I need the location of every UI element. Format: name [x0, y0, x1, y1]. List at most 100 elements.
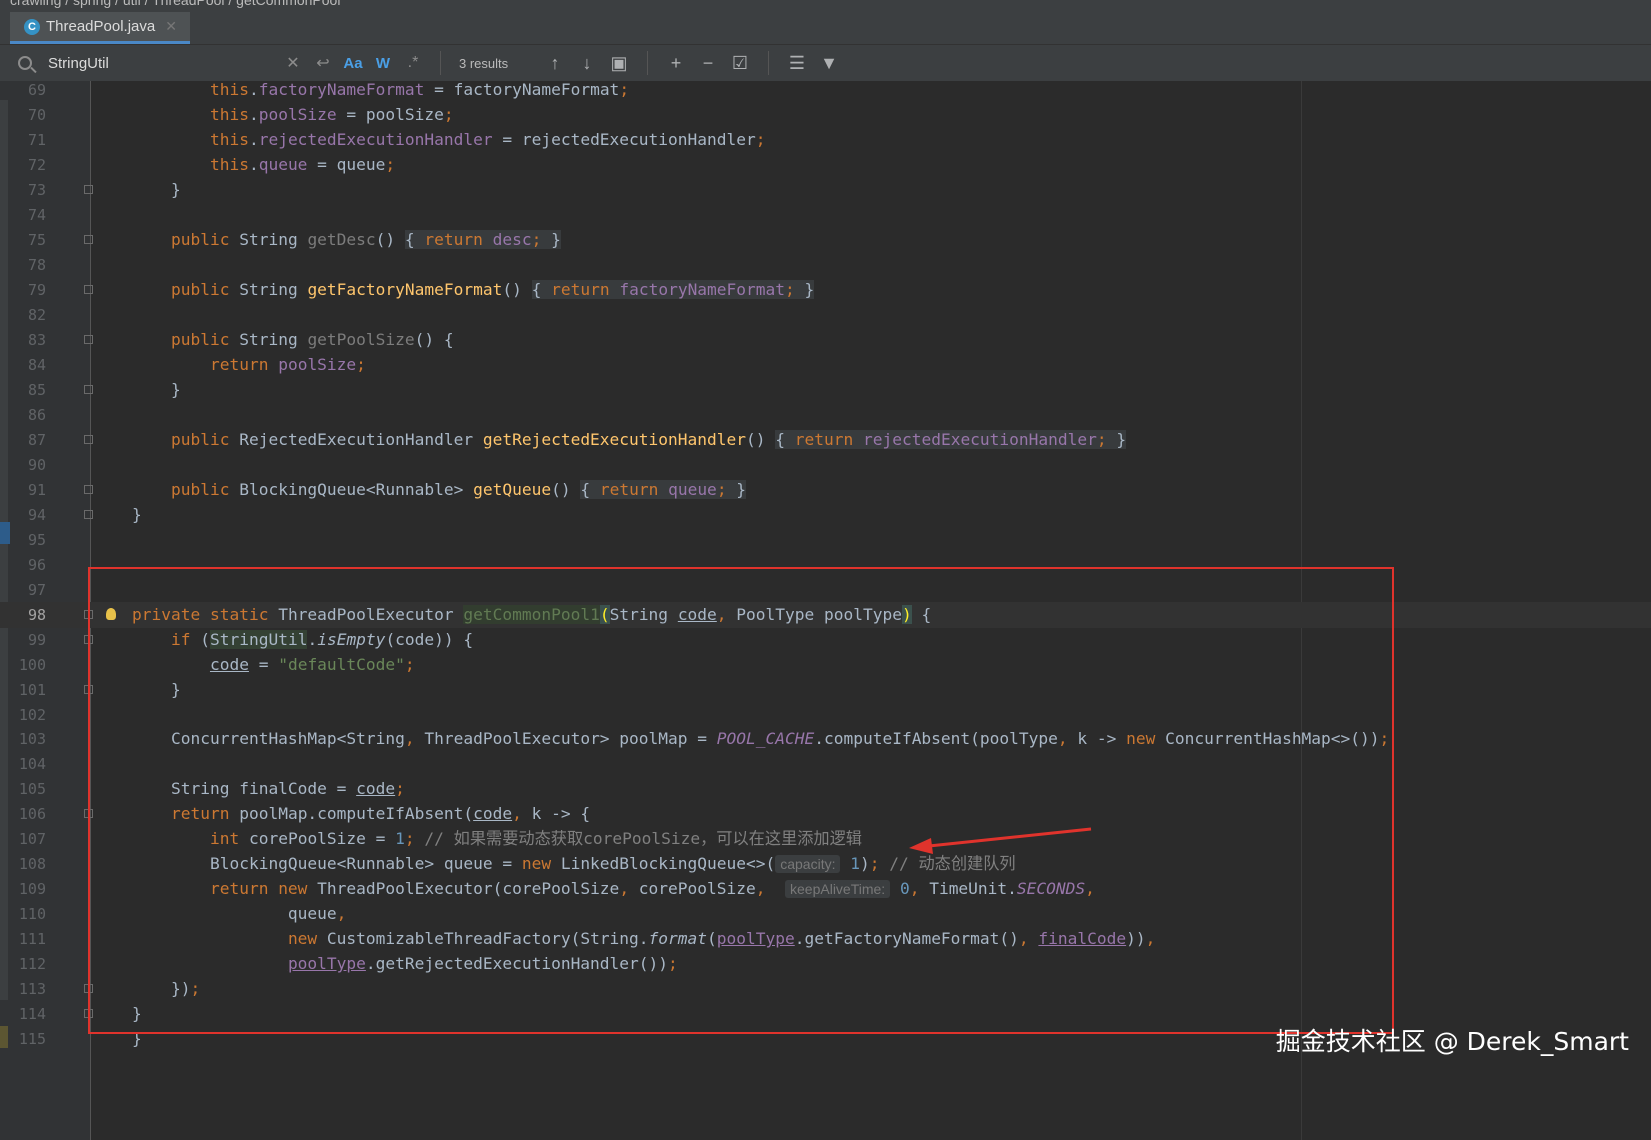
code-text: public String getDesc() { return desc; }	[170, 229, 561, 249]
regex-toggle[interactable]: .*	[398, 54, 428, 72]
line-number: 109	[18, 880, 46, 899]
line-number: 78	[27, 255, 46, 274]
code-line[interactable]: 72 this.queue = queue;	[0, 152, 1651, 178]
line-number: 99	[27, 630, 46, 649]
fold-marker-icon[interactable]	[84, 484, 93, 494]
previous-occurrence-icon[interactable]: ↑	[539, 53, 571, 74]
watermark: 掘金技术社区 @ Derek_Smart	[1275, 1027, 1629, 1056]
line-number: 69	[27, 81, 46, 99]
tab-filename: ThreadPool.java	[46, 18, 156, 35]
fold-marker-icon[interactable]	[84, 509, 93, 519]
code-text: }	[132, 179, 181, 199]
fold-marker-icon[interactable]	[84, 284, 93, 294]
line-number: 79	[27, 280, 46, 299]
code-line[interactable]: 94}	[0, 502, 1651, 528]
line-number: 90	[27, 455, 46, 474]
line-number: 71	[27, 130, 46, 149]
line-number: 113	[18, 980, 46, 999]
line-number: 106	[18, 805, 46, 824]
highlight-box	[88, 567, 1394, 1034]
line-number: 85	[27, 380, 46, 399]
clear-search-icon[interactable]: ✕	[278, 53, 308, 73]
line-number: 72	[27, 155, 46, 174]
line-number: 98	[27, 605, 46, 624]
code-line[interactable]: 83 public String getPoolSize() {	[0, 327, 1651, 353]
code-line[interactable]: 82	[0, 302, 1651, 328]
code-line[interactable]: 70 this.poolSize = poolSize;	[0, 102, 1651, 128]
select-occurrences-icon[interactable]: ☑	[724, 53, 756, 74]
line-number: 100	[18, 655, 46, 674]
line-number: 84	[27, 355, 46, 374]
code-line[interactable]: 73 }	[0, 177, 1651, 203]
next-occurrence-icon[interactable]: ↓	[571, 53, 603, 74]
code-line[interactable]: 75 public String getDesc() { return desc…	[0, 227, 1651, 253]
close-tab-icon[interactable]: ✕	[165, 18, 177, 35]
code-line[interactable]: 87 public RejectedExecutionHandler getRe…	[0, 427, 1651, 453]
code-line[interactable]: 71 this.rejectedExecutionHandler = rejec…	[0, 127, 1651, 153]
line-number: 75	[27, 230, 46, 249]
line-number: 110	[18, 905, 46, 924]
line-number: 107	[18, 830, 46, 849]
add-occurrence-icon[interactable]: +	[660, 53, 692, 74]
code-line[interactable]: 79 public String getFactoryNameFormat() …	[0, 277, 1651, 303]
code-line[interactable]: 91 public BlockingQueue<Runnable> getQue…	[0, 477, 1651, 503]
fold-marker-icon[interactable]	[84, 334, 93, 344]
fold-marker-icon[interactable]	[84, 234, 93, 244]
line-number: 86	[27, 405, 46, 424]
line-number: 102	[18, 705, 46, 724]
code-text: public BlockingQueue<Runnable> getQueue(…	[170, 479, 747, 499]
code-line[interactable]: 78	[0, 252, 1651, 278]
line-number: 97	[27, 580, 46, 599]
line-number: 73	[27, 180, 46, 199]
filter-icon[interactable]: ▼	[813, 53, 845, 74]
code-line[interactable]: 86	[0, 402, 1651, 428]
code-line[interactable]: 69 this.factoryNameFormat = factoryNameF…	[0, 77, 1651, 103]
code-text: this.queue = queue;	[209, 154, 396, 174]
line-number: 94	[27, 505, 46, 524]
breadcrumb: crawling / spring / util / ThreadPool / …	[0, 0, 1651, 12]
toolbar-divider	[440, 51, 441, 75]
line-number: 96	[27, 555, 46, 574]
fold-marker-icon[interactable]	[84, 384, 93, 394]
code-text: public String getFactoryNameFormat() { r…	[170, 279, 815, 299]
class-file-icon: C	[24, 18, 40, 35]
search-icon[interactable]	[18, 56, 32, 70]
line-number: 103	[18, 730, 46, 749]
code-line[interactable]: 85 }	[0, 377, 1651, 403]
code-line[interactable]: 95	[0, 527, 1651, 553]
select-all-occurrences-icon[interactable]: ▣	[603, 53, 635, 74]
options-icon[interactable]: ☰	[781, 53, 813, 74]
line-number: 104	[18, 755, 46, 774]
line-number: 111	[18, 930, 46, 949]
line-number: 115	[18, 1030, 46, 1049]
code-text: }	[132, 504, 142, 524]
toolbar-divider	[768, 51, 769, 75]
fold-marker-icon[interactable]	[84, 184, 93, 194]
line-number: 82	[27, 305, 46, 324]
code-text: this.factoryNameFormat = factoryNameForm…	[209, 80, 630, 99]
line-number: 105	[18, 780, 46, 799]
toolbar-divider	[647, 51, 648, 75]
code-text: this.poolSize = poolSize;	[209, 104, 454, 124]
code-text: public String getPoolSize() {	[170, 329, 454, 349]
fold-marker-icon[interactable]	[84, 434, 93, 444]
annotation-arrow	[909, 827, 1092, 854]
line-number: 108	[18, 855, 46, 874]
search-input[interactable]: StringUtil	[48, 55, 278, 72]
match-case-toggle[interactable]: Aa	[338, 55, 368, 72]
code-text: }	[132, 379, 181, 399]
code-text: this.rejectedExecutionHandler = rejected…	[209, 129, 766, 149]
line-number: 101	[18, 680, 46, 699]
code-line[interactable]: 90	[0, 452, 1651, 478]
line-number: 114	[18, 1005, 46, 1024]
words-toggle[interactable]: W	[368, 55, 398, 72]
search-results-count: 3 results	[459, 55, 509, 71]
editor-tab-bar: C ThreadPool.java ✕	[0, 12, 1651, 45]
history-icon[interactable]: ↩	[308, 53, 338, 73]
line-number: 74	[27, 205, 46, 224]
remove-occurrence-icon[interactable]: −	[692, 53, 724, 74]
line-number: 70	[27, 105, 46, 124]
code-line[interactable]: 74	[0, 202, 1651, 228]
code-line[interactable]: 84 return poolSize;	[0, 352, 1651, 378]
tab-threadpool-java[interactable]: C ThreadPool.java ✕	[10, 12, 190, 44]
